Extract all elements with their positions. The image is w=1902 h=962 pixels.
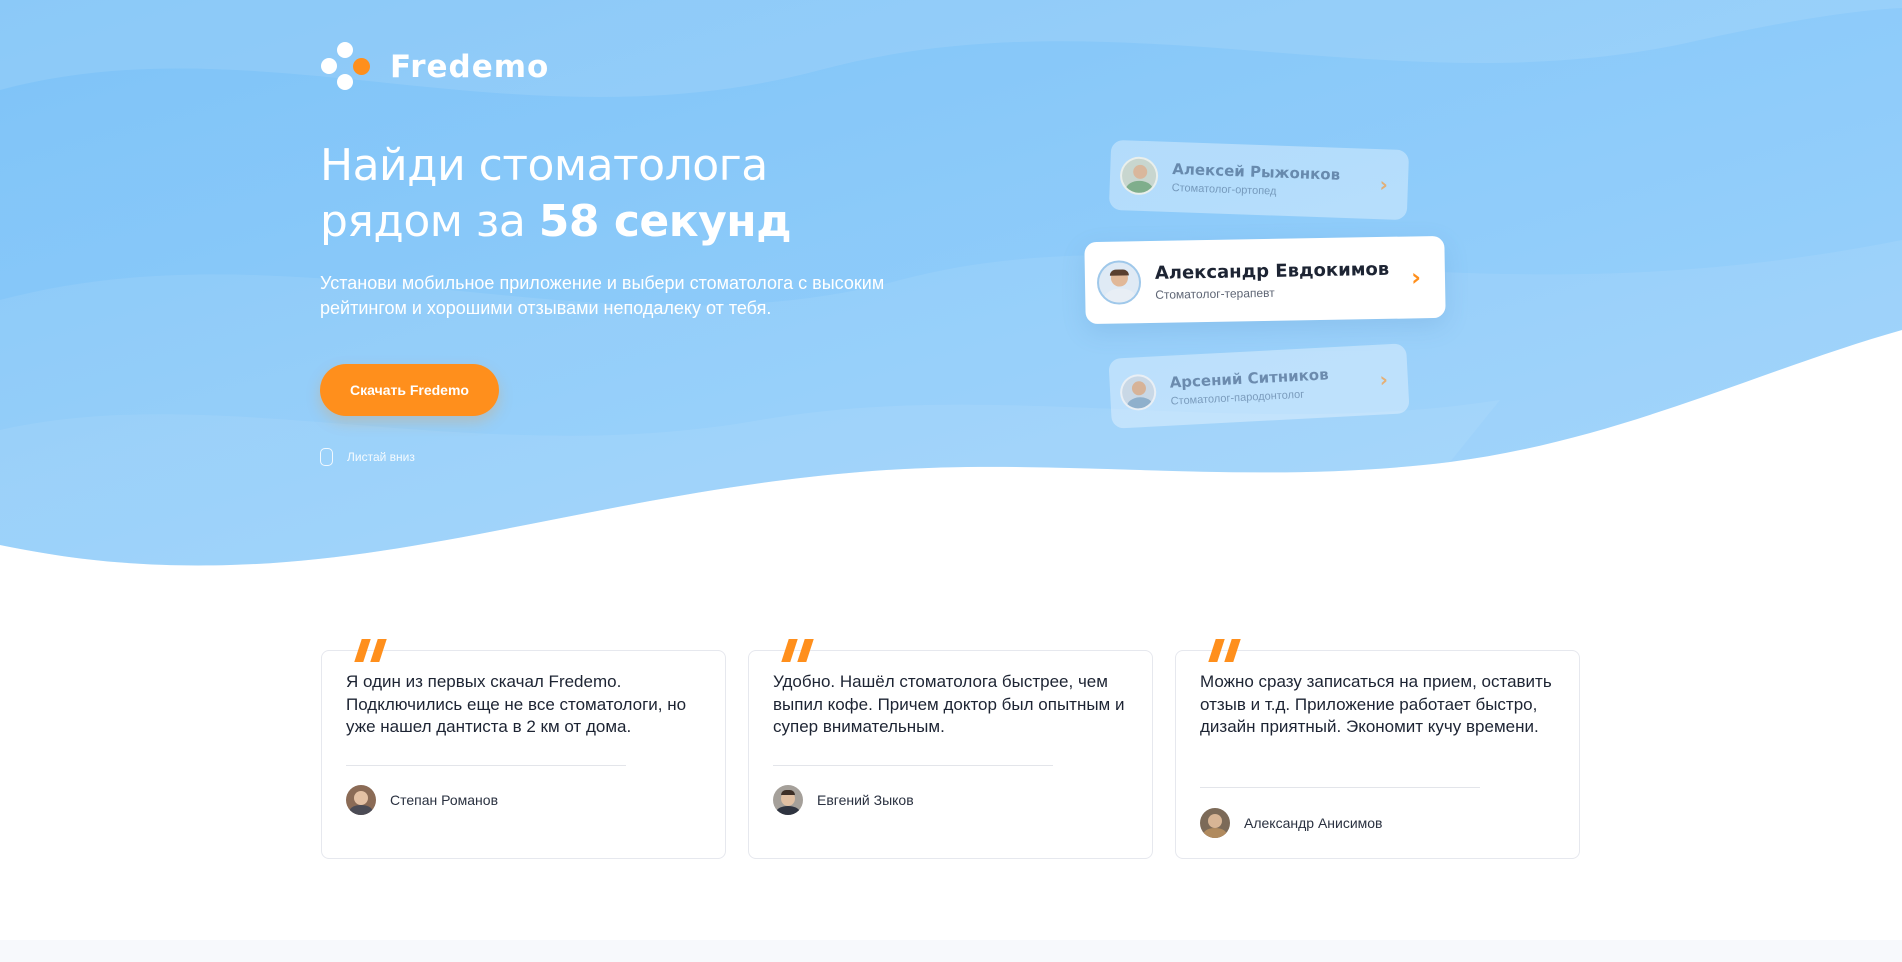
hero-section: Fredemo Найди стоматолога рядом за 58 се… [0,0,1902,580]
doctor-info: Алексей Рыжонков Стоматолог-ортопед [1171,160,1380,201]
review-text: Можно сразу записаться на прием, оставит… [1200,672,1552,736]
reviewer: Александр Анисимов [1200,808,1383,838]
quote-mark-icon [779,639,814,663]
scroll-hint-label: Листай вниз [347,450,415,464]
review-card: Можно сразу записаться на прием, оставит… [1175,639,1580,859]
quote-mark-icon [352,639,387,663]
doctor-avatar [1119,373,1158,412]
hero-title: Найди стоматолога рядом за 58 секунд [320,138,792,250]
scroll-hint[interactable]: Листай вниз [320,448,415,466]
chevron-right-icon: › [1379,172,1389,197]
reviewer-name: Евгений Зыков [817,792,914,808]
divider [1200,787,1480,788]
doctor-avatar [1096,260,1142,305]
avatar [1200,808,1230,838]
download-button[interactable]: Скачать Fredemo [320,364,499,416]
chevron-right-icon: › [1378,367,1389,392]
avatar [773,785,803,815]
hero-subtitle: Установи мобильное приложение и выбери с… [320,273,885,318]
logo-text: Fredemo [390,49,550,85]
doctor-info: Александр Евдокимов Стоматолог-терапевт [1155,258,1412,301]
avatar [346,785,376,815]
reviewer-name: Степан Романов [390,792,499,808]
doctor-role: Стоматолог-ортопед [1171,181,1277,198]
doctor-role: Стоматолог-терапевт [1155,285,1275,302]
doctor-name: Александр Евдокимов [1154,258,1390,284]
logo[interactable]: Fredemo [320,40,549,94]
next-section-edge [0,940,1902,962]
doctor-card[interactable]: Алексей Рыжонков Стоматолог-ортопед › [1108,139,1410,221]
mouse-icon [320,448,333,466]
hero-wave-background [0,0,1902,566]
divider [346,765,626,766]
hero-title-highlight: 58 секунд [538,196,792,247]
doctor-avatar [1119,156,1159,196]
hero-title-line1: Найди стоматолога [320,140,768,191]
quote-mark-icon [1206,639,1241,663]
doctor-name: Алексей Рыжонков [1172,159,1341,184]
review-card: Удобно. Нашёл стоматолога быстрее, чем в… [748,639,1153,859]
chevron-right-icon: › [1410,263,1422,292]
reviewer: Степан Романов [346,785,498,815]
logo-mark-icon [320,40,374,94]
review-card: Я один из первых скачал Fredemo. Подключ… [321,639,726,859]
divider [773,765,1053,766]
reviewer-name: Александр Анисимов [1244,815,1383,831]
reviewer: Евгений Зыков [773,785,914,815]
doctor-card[interactable]: Александр Евдокимов Стоматолог-терапевт … [1084,235,1446,325]
review-text: Я один из первых скачал Fredemo. Подключ… [346,672,687,736]
review-text: Удобно. Нашёл стоматолога быстрее, чем в… [773,672,1125,736]
hero-title-line2-prefix: рядом за [320,196,539,247]
doctor-info: Арсений Ситников Стоматолог-пародонтолог [1169,363,1380,407]
